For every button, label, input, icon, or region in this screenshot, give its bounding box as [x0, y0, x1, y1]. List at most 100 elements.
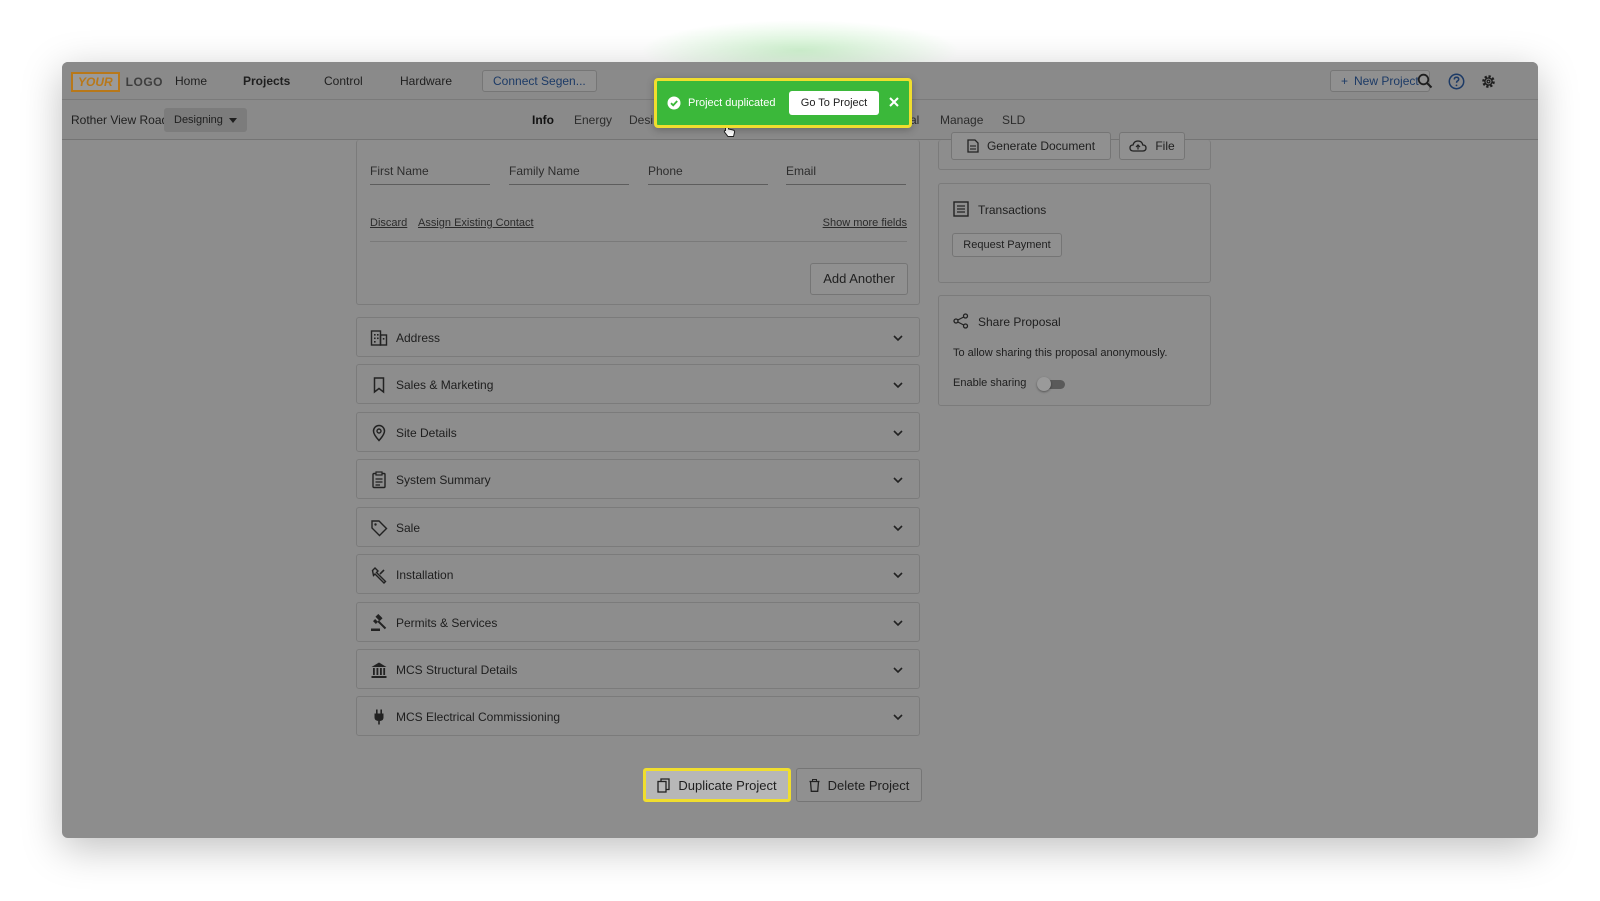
tab-design[interactable]: Desi: [629, 113, 653, 127]
section-mcs-electrical-commissioning[interactable]: MCS Electrical Commissioning: [356, 696, 920, 736]
add-another-button[interactable]: Add Another: [810, 263, 908, 295]
nav-item-hardware[interactable]: Hardware: [400, 74, 452, 88]
chevron-down-icon: [893, 525, 903, 532]
tag-icon: [371, 520, 388, 537]
divider: [370, 241, 907, 242]
chevron-down-icon: [893, 572, 903, 579]
section-label: Sales & Marketing: [396, 378, 494, 392]
share-description: To allow sharing this proposal anonymous…: [953, 347, 1168, 359]
copy-icon: [657, 777, 671, 793]
location-pin-icon: [372, 424, 386, 442]
share-proposal-card: Share Proposal To allow sharing this pro…: [938, 295, 1211, 406]
email-field[interactable]: Email: [786, 164, 816, 178]
tab-energy[interactable]: Energy: [574, 113, 612, 127]
request-payment-button[interactable]: Request Payment: [952, 233, 1062, 257]
section-label: MCS Electrical Commissioning: [396, 710, 561, 724]
search-icon[interactable]: [1416, 72, 1434, 90]
tab-sld[interactable]: SLD: [1002, 113, 1025, 127]
toggle-knob: [1037, 377, 1051, 391]
help-icon[interactable]: [1447, 72, 1465, 90]
section-label: Sale: [396, 521, 421, 535]
chevron-down-icon: [893, 714, 903, 721]
app-window: YOUR LOGO Home Projects Control Hardware…: [62, 62, 1538, 838]
family-name-field[interactable]: Family Name: [509, 164, 580, 178]
section-label: Address: [396, 331, 441, 345]
building-icon: [370, 330, 388, 346]
section-system-summary[interactable]: System Summary: [356, 459, 920, 499]
section-installation[interactable]: Installation: [356, 554, 920, 594]
chevron-down-icon: [893, 430, 903, 437]
plus-icon: +: [1341, 74, 1349, 88]
chevron-down-icon: [893, 335, 903, 342]
transactions-title: Transactions: [978, 203, 1047, 217]
section-site-details[interactable]: Site Details: [356, 412, 920, 452]
logo-box: YOUR: [71, 72, 120, 92]
delete-project-label: Delete Project: [827, 777, 910, 793]
contact-form-card: First Name Family Name Phone Email Disca…: [356, 140, 920, 305]
share-proposal-title: Share Proposal: [978, 315, 1061, 329]
chevron-down-icon: [893, 477, 903, 484]
section-sale[interactable]: Sale: [356, 507, 920, 547]
section-mcs-structural-details[interactable]: MCS Structural Details: [356, 649, 920, 689]
chevron-down-icon: [893, 382, 903, 389]
section-address[interactable]: Address: [356, 317, 920, 357]
duplicate-project-button[interactable]: Duplicate Project: [643, 768, 791, 802]
brand-logo[interactable]: YOUR LOGO: [71, 72, 163, 92]
share-icon: [953, 313, 969, 329]
trash-icon: [809, 778, 820, 792]
generate-document-label: Generate Document: [986, 139, 1096, 153]
chevron-down-icon: [893, 620, 903, 627]
nav-item-home[interactable]: Home: [175, 74, 207, 88]
new-project-button[interactable]: + New Project: [1330, 70, 1430, 92]
clipboard-icon: [372, 471, 386, 489]
nav-item-control[interactable]: Control: [324, 74, 363, 88]
generate-document-button[interactable]: Generate Document: [951, 132, 1111, 160]
cloud-upload-icon: [1129, 140, 1147, 152]
wrench-icon: [371, 567, 387, 584]
institution-icon: [371, 662, 387, 678]
enable-sharing-toggle[interactable]: [1037, 377, 1065, 391]
delete-project-button[interactable]: Delete Project: [796, 768, 922, 802]
project-status-dropdown[interactable]: Designing: [164, 108, 247, 132]
tab-info[interactable]: Info: [532, 113, 554, 127]
project-name: Rother View Road: [71, 113, 169, 127]
section-label: Installation: [396, 568, 454, 582]
settings-icon[interactable]: [1479, 72, 1497, 90]
email-underline: [786, 184, 906, 185]
section-label: MCS Structural Details: [396, 663, 518, 677]
caret-down-icon: [228, 117, 237, 123]
documents-card: Generate Document File: [938, 132, 1211, 170]
go-to-project-button[interactable]: Go To Project: [789, 91, 879, 115]
logo-text: LOGO: [125, 75, 164, 89]
tab-manage[interactable]: Manage: [940, 113, 983, 127]
check-circle-icon: [667, 96, 681, 110]
transactions-card: Transactions Request Payment: [938, 183, 1211, 283]
discard-link[interactable]: Discard: [370, 217, 407, 229]
connect-segen-button[interactable]: Connect Segen...: [482, 70, 597, 92]
close-icon[interactable]: [887, 95, 901, 109]
screen: YOUR LOGO Home Projects Control Hardware…: [0, 0, 1600, 901]
status-value: Designing: [174, 114, 223, 126]
new-project-label: New Project: [1354, 74, 1419, 88]
plug-icon: [374, 709, 384, 725]
duplicate-project-label: Duplicate Project: [678, 777, 777, 793]
gavel-icon: [371, 614, 387, 631]
bookmark-icon: [373, 377, 385, 394]
file-label: File: [1155, 139, 1175, 153]
assign-existing-contact-link[interactable]: Assign Existing Contact: [418, 217, 534, 229]
nav-item-projects[interactable]: Projects: [243, 74, 290, 88]
phone-underline: [648, 184, 768, 185]
section-sales-marketing[interactable]: Sales & Marketing: [356, 364, 920, 404]
enable-sharing-label: Enable sharing: [953, 377, 1027, 389]
family-name-underline: [509, 184, 629, 185]
show-more-fields-link[interactable]: Show more fields: [823, 217, 907, 229]
section-permits-services[interactable]: Permits & Services: [356, 602, 920, 642]
section-label: Site Details: [396, 426, 457, 440]
phone-field[interactable]: Phone: [648, 164, 683, 178]
first-name-field[interactable]: First Name: [370, 164, 429, 178]
chevron-down-icon: [893, 667, 903, 674]
success-toast: Project duplicated Go To Project: [654, 78, 912, 128]
toast-message: Project duplicated: [688, 97, 776, 109]
file-upload-button[interactable]: File: [1119, 132, 1185, 160]
document-icon: [967, 139, 979, 153]
